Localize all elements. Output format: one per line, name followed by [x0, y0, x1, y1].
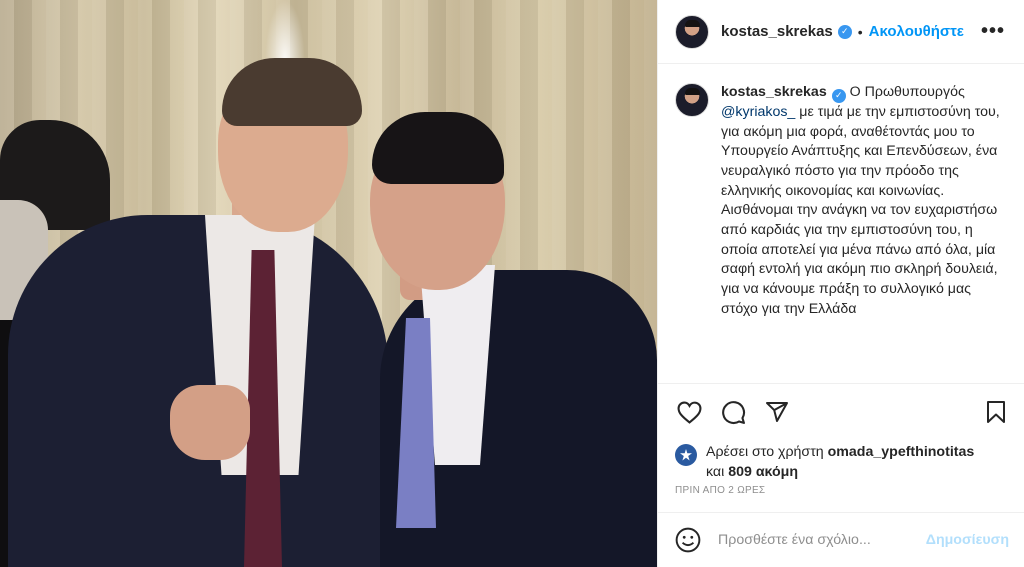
comment-input[interactable]: Προσθέστε ένα σχόλιο...: [718, 532, 926, 548]
comment-icon[interactable]: [719, 398, 747, 426]
post-comment-button[interactable]: Δημοσίευση: [926, 532, 1009, 548]
share-icon[interactable]: [763, 398, 791, 426]
action-bar: [658, 383, 1024, 437]
post-timestamp[interactable]: ΠΡΙΝ ΑΠΟ 2 ΩΡΕΣ: [675, 485, 765, 496]
more-options-icon[interactable]: •••: [981, 21, 1005, 41]
emoji-icon[interactable]: [675, 527, 701, 553]
caption-avatar[interactable]: [675, 83, 709, 117]
comment-box: Προσθέστε ένα σχόλιο... Δημοσίευση: [658, 512, 1024, 567]
liker-username[interactable]: omada_ypefthinotitas: [828, 444, 975, 460]
header-username[interactable]: kostas_skrekas: [721, 23, 833, 40]
dot-separator: •: [857, 23, 863, 40]
heart-icon[interactable]: [675, 398, 703, 426]
caption-area: kostas_skrekas ✓ Ο Πρωθυπουργός @kyriakos…: [658, 65, 1024, 383]
left-man-hand: [170, 385, 250, 460]
likes-summary: Αρέσει στο χρήστη omada_ypefthinotitas κ…: [675, 442, 1015, 482]
follow-button[interactable]: Ακολουθήστε: [869, 23, 964, 40]
likes-text: Αρέσει στο χρήστη omada_ypefthinotitas κ…: [706, 442, 974, 482]
caption-username[interactable]: kostas_skrekas: [721, 84, 827, 100]
liker-avatar[interactable]: [675, 444, 697, 466]
likes-prefix: Αρέσει στο χρήστη: [706, 444, 828, 460]
avatar[interactable]: [675, 14, 709, 49]
right-man-hair: [372, 112, 504, 184]
caption-part3: Αισθάνομαι την ανάγκη να τον ευχαριστήσω…: [721, 202, 998, 317]
post-sidebar: kostas_skrekas ✓ • Ακολουθήστε ••• kosta…: [657, 0, 1024, 567]
likes-count[interactable]: 809 ακόμη: [728, 464, 798, 480]
post-header: kostas_skrekas ✓ • Ακολουθήστε •••: [658, 0, 1024, 64]
verified-icon: ✓: [831, 88, 846, 103]
bookmark-icon[interactable]: [982, 398, 1010, 426]
post-photo[interactable]: [0, 0, 657, 567]
caption-text: kostas_skrekas ✓ Ο Πρωθυπουργός @kyriakos…: [721, 83, 1006, 383]
caption-part1: Ο Πρωθυπουργός: [845, 84, 965, 100]
caption-mention[interactable]: @kyriakos_: [721, 104, 795, 120]
left-man-hair: [222, 58, 362, 126]
verified-icon: ✓: [837, 24, 852, 39]
likes-and: και: [706, 464, 729, 480]
